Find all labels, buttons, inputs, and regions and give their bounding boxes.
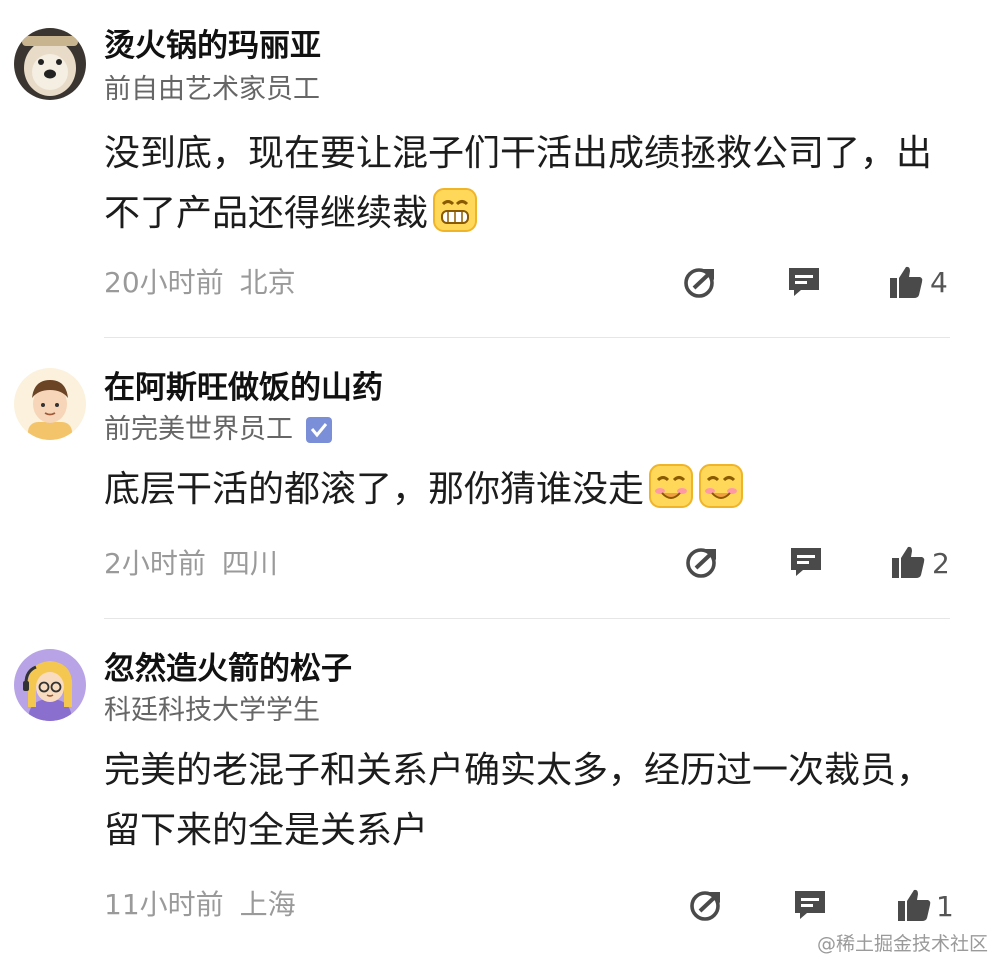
comment-meta: 20小时前 北京 [104, 265, 296, 301]
user-title-text: 前自由艺术家员工 [104, 74, 320, 105]
avatar[interactable] [14, 28, 86, 100]
share-button[interactable] [682, 264, 722, 304]
user-title: 科廷科技大学学生 [104, 693, 320, 729]
comment-meta: 11小时前 上海 [104, 887, 296, 923]
verified-icon [305, 416, 333, 444]
like-button[interactable] [888, 264, 928, 304]
watermark: @稀土掘金技术社区 [816, 933, 988, 955]
user-title: 前自由艺术家员工 [104, 72, 320, 108]
like-count: 2 [932, 547, 950, 580]
comment-text: 完美的老混子和关系户确实太多，经历过一次裁员，留下来的全是关系户 [104, 750, 933, 851]
comment-time: 2小时前 [104, 547, 206, 580]
comment-text: 没到底，现在要让混子们干活出成绩拯救公司了，出不了产品还得继续裁 [104, 133, 933, 234]
reply-button[interactable] [786, 264, 826, 304]
user-title-text: 科廷科技大学学生 [104, 695, 320, 726]
share-button[interactable] [688, 887, 728, 927]
reply-icon [789, 268, 819, 296]
user-title: 前完美世界员工 [104, 412, 333, 448]
comment-location: 四川 [221, 547, 278, 580]
reply-button[interactable] [792, 887, 832, 927]
like-button[interactable] [890, 544, 930, 584]
comment-time: 20小时前 [104, 266, 224, 299]
like-icon [890, 266, 923, 298]
share-icon [684, 268, 714, 298]
comment-content: 没到底，现在要让混子们干活出成绩拯救公司了，出不了产品还得继续裁 [104, 124, 964, 244]
grin-emoji [432, 187, 478, 233]
username[interactable]: 在阿斯旺做饭的山药 [104, 368, 383, 408]
like-icon [898, 889, 931, 921]
comment-item: 烫火锅的玛丽亚 前自由艺术家员工 没到底，现在要让混子们干活出成绩拯救公司了，出… [0, 0, 996, 338]
comment-item: 忽然造火箭的松子 科廷科技大学学生 完美的老混子和关系户确实太多，经历过一次裁员… [0, 619, 996, 960]
reply-icon [791, 548, 821, 576]
comment-time: 11小时前 [104, 888, 224, 921]
comment-item: 在阿斯旺做饭的山药 前完美世界员工 底层干活的都滚了，那你猜谁没走 2小时前 四川… [0, 338, 996, 619]
comment-list: 烫火锅的玛丽亚 前自由艺术家员工 没到底，现在要让混子们干活出成绩拯救公司了，出… [0, 0, 996, 960]
share-icon [690, 891, 720, 921]
avatar[interactable] [14, 649, 86, 721]
username[interactable]: 忽然造火箭的松子 [104, 649, 352, 689]
comment-text: 底层干活的都滚了，那你猜谁没走 [104, 469, 645, 510]
share-button[interactable] [684, 544, 724, 584]
reply-icon [795, 891, 825, 919]
comment-meta: 2小时前 四川 [104, 546, 278, 582]
reply-button[interactable] [788, 544, 828, 584]
comment-location: 北京 [239, 266, 296, 299]
username[interactable]: 烫火锅的玛丽亚 [104, 26, 321, 66]
comment-content: 底层干活的都滚了，那你猜谁没走 [104, 460, 964, 520]
share-icon [686, 548, 716, 578]
user-title-text: 前完美世界员工 [104, 414, 293, 445]
like-count: 4 [930, 266, 948, 299]
blush-emoji [698, 463, 744, 509]
like-count: 1 [936, 890, 954, 923]
like-button[interactable] [896, 887, 936, 927]
comment-content: 完美的老混子和关系户确实太多，经历过一次裁员，留下来的全是关系户 [104, 741, 964, 861]
blush-emoji [648, 463, 694, 509]
like-icon [892, 546, 925, 578]
comment-location: 上海 [239, 888, 296, 921]
avatar[interactable] [14, 368, 86, 440]
